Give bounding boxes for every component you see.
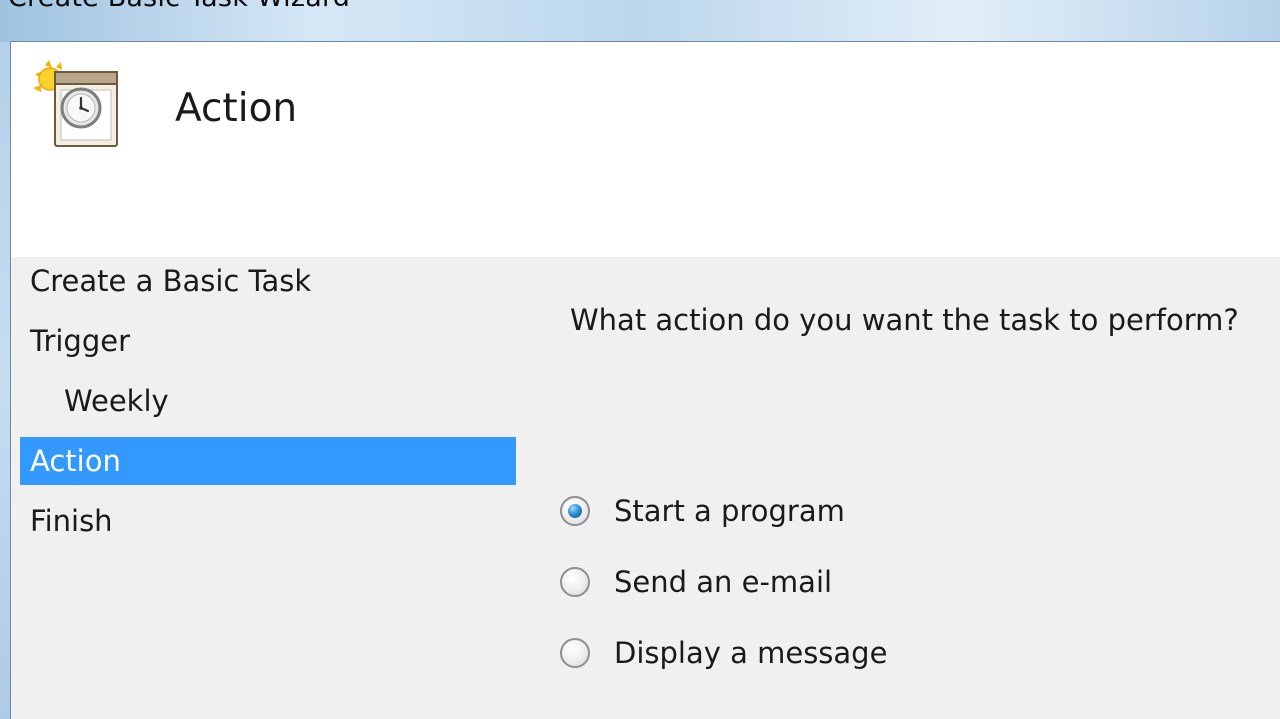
wizard-dialog: Action Create a Basic Task Trigger Weekl… [10,41,1280,719]
step-trigger[interactable]: Trigger [20,317,516,365]
action-question: What action do you want the task to perf… [570,303,1239,337]
window-title: Create Basic Task Wizard [8,0,350,13]
window-frame-left [0,42,10,719]
task-scheduler-clock-icon [33,60,118,147]
step-label: Create a Basic Task [30,264,312,298]
step-weekly[interactable]: Weekly [20,377,516,425]
option-label[interactable]: Start a program [614,494,845,528]
step-label: Weekly [64,384,169,418]
page-title: Action [175,86,298,131]
option-start-program[interactable]: Start a program [560,491,845,531]
step-label: Action [30,444,121,478]
wizard-header: Action [11,42,1280,257]
step-label: Finish [30,504,113,538]
window-title-bar[interactable]: Create Basic Task Wizard [0,0,1280,42]
wizard-body: Create a Basic Task Trigger Weekly Actio… [11,257,1280,719]
option-label[interactable]: Display a message [614,636,887,670]
radio-send-email[interactable] [560,567,590,597]
radio-display-message[interactable] [560,638,590,668]
step-create-basic-task[interactable]: Create a Basic Task [20,257,516,305]
radio-start-program[interactable] [560,496,590,526]
step-label: Trigger [30,324,131,358]
option-send-email[interactable]: Send an e-mail [560,562,832,602]
option-display-message[interactable]: Display a message [560,633,887,673]
option-label[interactable]: Send an e-mail [614,565,832,599]
step-finish[interactable]: Finish [20,497,516,545]
step-action[interactable]: Action [20,437,516,485]
